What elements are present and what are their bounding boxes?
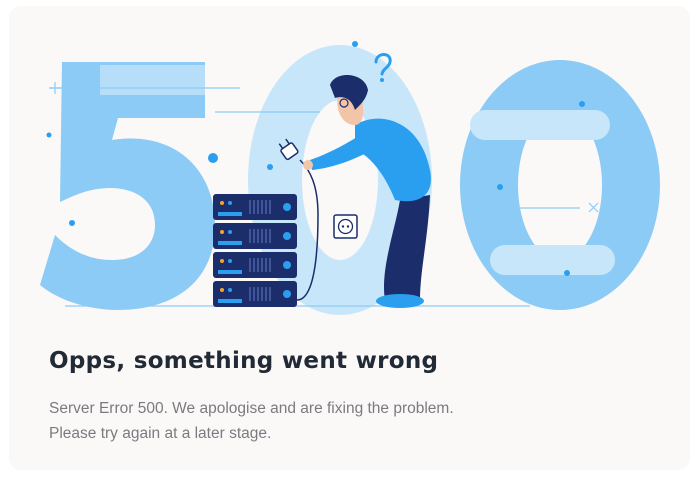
server-error-illustration (40, 41, 660, 315)
digit-five (40, 62, 215, 310)
error-message-line-2: Please try again at a later stage. (49, 425, 272, 442)
digit-zero-2 (460, 60, 660, 310)
power-socket-icon (333, 214, 358, 239)
error-message-line-1: Server Error 500. We apologise and are f… (49, 400, 454, 417)
error-message: Server Error 500. We apologise and are f… (49, 396, 454, 446)
error-title: Opps, something went wrong (49, 348, 439, 374)
error-card: Opps, something went wrong Server Error … (9, 6, 690, 470)
